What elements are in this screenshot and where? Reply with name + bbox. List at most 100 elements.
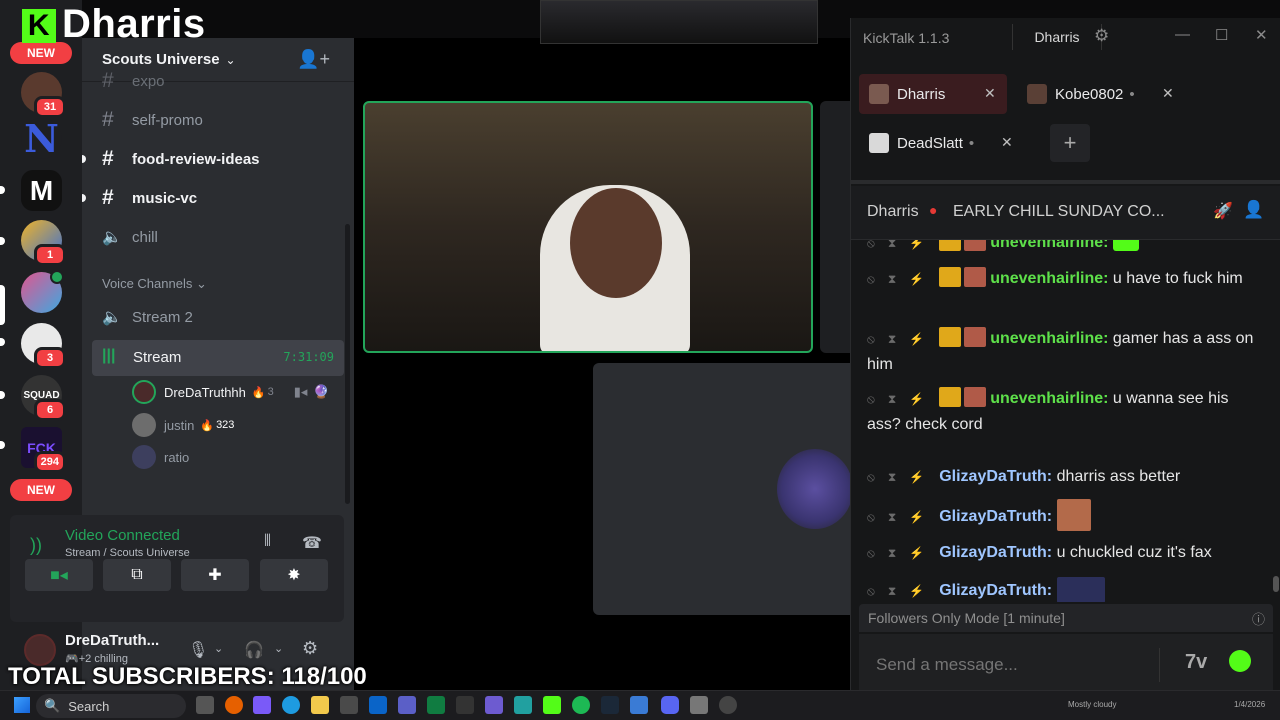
stream-tile-partial[interactable] xyxy=(820,101,850,353)
chat-message[interactable]: ⦸⧗⚡ unevenhairline: xyxy=(867,240,1265,256)
app-icon[interactable] xyxy=(514,696,532,714)
app-icon[interactable] xyxy=(485,696,503,714)
chat-message[interactable]: ⦸⧗⚡ unevenhairline: u wanna see his ass? … xyxy=(867,386,1265,438)
chat-message[interactable]: ⦸⧗⚡ unevenhairline: gamer has a ass on hi… xyxy=(867,326,1265,378)
settings-gear-icon[interactable]: ⚙ xyxy=(302,638,318,659)
rocket-icon[interactable]: 🚀 xyxy=(1213,201,1233,221)
chat-message[interactable]: ⦸⧗⚡ unevenhairline: u have to fuck him xyxy=(867,266,1265,292)
chevron-down-icon[interactable]: ⌄ xyxy=(214,642,223,655)
user-icon[interactable]: 👤 xyxy=(1243,200,1264,220)
voice-user[interactable]: DreDaTruthhh 🔥 3 ▮◂ 🔮 xyxy=(132,378,330,406)
firefox-icon[interactable] xyxy=(225,696,243,714)
fire-icon: 🔥 xyxy=(251,386,266,399)
copilot-icon[interactable] xyxy=(253,696,271,714)
info-icon[interactable]: ⓘ xyxy=(1252,609,1265,628)
close-tab-icon[interactable]: ✕ xyxy=(1001,134,1013,151)
chat-message[interactable]: ⦸⧗⚡ GlizayDaTruth: xyxy=(867,499,1265,531)
edge-icon[interactable] xyxy=(282,696,300,714)
taskbar-search[interactable]: 🔍 Search xyxy=(36,694,186,718)
server-icon[interactable]: 3 xyxy=(21,323,66,369)
voice-status[interactable]: Video Connected xyxy=(65,527,180,544)
avatar[interactable] xyxy=(24,634,56,666)
disconnect-icon[interactable]: ☎ xyxy=(302,533,322,553)
store-icon[interactable] xyxy=(340,696,358,714)
person-head-shape xyxy=(570,188,662,298)
close-icon[interactable]: ✕ xyxy=(1255,26,1268,44)
webcam-stream-tile[interactable] xyxy=(363,101,813,353)
activity-icon: 🔮 xyxy=(313,384,330,399)
emote-picker-icon[interactable] xyxy=(1229,650,1251,672)
selected-indicator xyxy=(0,285,5,325)
outlook-icon[interactable] xyxy=(369,696,387,714)
minimize-icon[interactable]: — xyxy=(1175,26,1190,43)
activities-button[interactable]: ✚ xyxy=(181,559,249,591)
channel-music-vc[interactable]: # music-vc xyxy=(102,183,197,213)
chevron-down-icon: ⌄ xyxy=(225,52,236,67)
settings-gear-icon[interactable] xyxy=(690,696,708,714)
server-icon[interactable]: 1 xyxy=(21,220,66,266)
server-icon[interactable]: 31 xyxy=(21,72,66,118)
file-explorer-icon[interactable] xyxy=(311,696,329,714)
windows-start-icon[interactable] xyxy=(14,697,30,713)
scrollbar[interactable] xyxy=(1273,576,1279,592)
obs-icon[interactable] xyxy=(719,696,737,714)
terminal-icon[interactable] xyxy=(456,696,474,714)
headphones-icon[interactable]: 🎧 xyxy=(244,640,264,660)
soundboard-button[interactable]: ✸ xyxy=(260,559,328,591)
close-tab-icon[interactable]: ✕ xyxy=(1162,85,1174,102)
chat-tab-deadslatt[interactable]: DeadSlatt • xyxy=(859,123,1021,163)
server-icon-m[interactable]: M xyxy=(21,170,62,211)
kick-icon[interactable] xyxy=(543,696,561,714)
server-icon-squad[interactable]: SQUAD 6 xyxy=(21,375,66,421)
chat-message[interactable]: ⦸⧗⚡ GlizayDaTruth: dharris ass better xyxy=(867,464,1265,490)
mod-actions-icon: ⦸⧗⚡ xyxy=(867,240,938,250)
weather-text: Mostly cloudy xyxy=(1068,700,1117,709)
unread-indicator xyxy=(82,194,86,202)
chat-message[interactable]: ⦸⧗⚡ GlizayDaTruth: u chuckled cuz it's fa… xyxy=(867,540,1265,566)
voice-user[interactable]: ratio xyxy=(132,443,189,471)
app-icon[interactable] xyxy=(630,696,648,714)
server-icon[interactable] xyxy=(21,270,64,313)
scrollbar[interactable] xyxy=(345,224,350,504)
voice-channel-stream[interactable]: ||| Stream 7:31:09 xyxy=(92,340,344,376)
discord-icon[interactable] xyxy=(661,696,679,714)
xbox-icon[interactable] xyxy=(427,696,445,714)
new-badge[interactable]: NEW xyxy=(10,479,72,501)
close-tab-icon[interactable]: ✕ xyxy=(984,85,996,102)
channel-name[interactable]: Dharris xyxy=(867,203,919,221)
invite-people-icon[interactable]: 👤+ xyxy=(297,49,330,70)
maximize-icon[interactable]: ☐ xyxy=(1215,26,1228,44)
7tv-emote-icon[interactable]: 7v xyxy=(1185,651,1207,674)
chat-tab-kobe0802[interactable]: Kobe0802 • xyxy=(1017,74,1179,114)
camera-button[interactable]: ■◂ xyxy=(25,559,93,591)
voice-channel-stream-2[interactable]: 🔈 Stream 2 xyxy=(102,302,193,332)
account-name[interactable]: Dharris xyxy=(1012,24,1102,50)
chat-message[interactable]: ⦸⧗⚡ GlizayDaTruth: xyxy=(867,577,1265,602)
voice-category[interactable]: Voice Channels ⌄ xyxy=(102,276,207,292)
voice-user-tile[interactable] xyxy=(593,363,853,615)
chevron-down-icon[interactable]: ⌄ xyxy=(274,642,283,655)
teams-icon[interactable] xyxy=(398,696,416,714)
channel-chill[interactable]: 🔈 chill xyxy=(102,222,158,252)
spotify-icon[interactable] xyxy=(572,696,590,714)
soundboard-icon: ✸ xyxy=(287,567,301,584)
server-name: Scouts Universe xyxy=(102,50,220,68)
server-icon-fck[interactable]: FCK 294 xyxy=(21,427,66,473)
settings-gear-icon[interactable]: ⚙ xyxy=(1094,26,1109,46)
steam-icon[interactable] xyxy=(601,696,619,714)
channel-self-promo[interactable]: # self-promo xyxy=(102,105,203,135)
channel-food-review-ideas[interactable]: # food-review-ideas xyxy=(102,144,260,174)
screen-share-icon: ⧉ xyxy=(131,566,143,583)
channel-expo[interactable]: # expo xyxy=(102,66,165,96)
stream-title: EARLY CHILL SUNDAY CO... xyxy=(953,203,1165,220)
live-indicator xyxy=(50,270,64,284)
screen-share-button[interactable]: ⧉ xyxy=(103,559,171,591)
task-view-icon[interactable] xyxy=(196,696,214,714)
avatar xyxy=(869,84,889,104)
voice-location[interactable]: Stream / Scouts Universe xyxy=(65,547,190,559)
noise-suppression-icon[interactable]: ⦀ xyxy=(264,533,271,551)
microphone-icon[interactable]: 🎙 xyxy=(188,640,208,660)
add-tab-button[interactable]: + xyxy=(1050,124,1090,162)
voice-user[interactable]: justin 🔥 323 xyxy=(132,411,234,439)
server-icon-n[interactable]: N xyxy=(21,116,62,161)
